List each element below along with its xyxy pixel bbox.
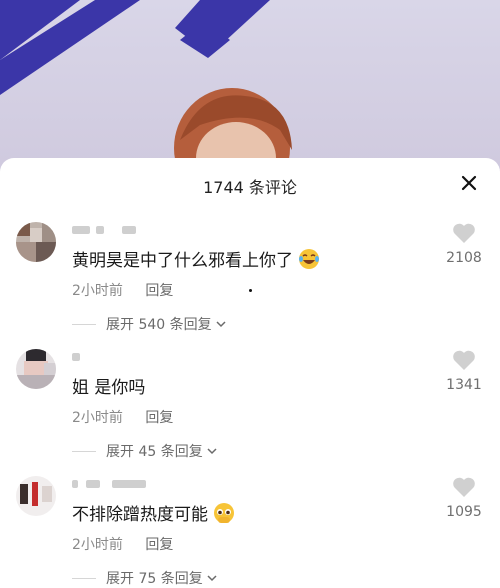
username-redacted[interactable] [72, 224, 182, 236]
heart-icon [453, 223, 475, 243]
heart-icon [453, 350, 475, 370]
expand-replies-button[interactable]: 展开 75 条回复 [72, 568, 218, 588]
comment-meta: 2小时前 回复 [72, 534, 173, 554]
username-redacted[interactable] [72, 351, 182, 363]
divider-line [72, 450, 96, 452]
expand-replies-button[interactable]: 展开 45 条回复 [72, 441, 218, 461]
comment-item: 姐 是你吗 2小时前 回复 展开 45 条回复 1341 [0, 349, 500, 477]
expand-replies-button[interactable]: 展开 540 条回复 [72, 314, 227, 334]
like-count: 1095 [446, 504, 482, 520]
sheet-header: 1744 条评论 [0, 158, 500, 210]
expand-replies-label: 展开 540 条回复 [106, 317, 212, 333]
comment-text: 姐 是你吗 [72, 373, 145, 398]
comment-item: 不排除蹭热度可能 2小时前 回复 展开 75 条回复 1095 [0, 476, 500, 588]
chevron-down-icon [207, 448, 217, 455]
like-count: 1341 [446, 377, 482, 393]
close-button[interactable] [456, 170, 482, 196]
close-icon [461, 175, 477, 191]
decorative-dot [249, 289, 252, 292]
comment-text: 黄明昊是中了什么邪看上你了 [72, 246, 321, 271]
reply-button[interactable]: 回复 [145, 283, 173, 299]
comment-text-content: 黄明昊是中了什么邪看上你了 [72, 251, 293, 271]
like-count: 2108 [446, 250, 482, 266]
pleading-face-emoji-icon [214, 502, 234, 523]
heart-icon [453, 477, 475, 497]
comment-time: 2小时前 [72, 410, 123, 426]
reply-button[interactable]: 回复 [145, 537, 173, 553]
expand-replies-label: 展开 75 条回复 [106, 571, 203, 587]
chevron-down-icon [207, 575, 217, 582]
username-redacted[interactable] [72, 478, 182, 490]
chevron-down-icon [216, 321, 226, 328]
comment-text: 不排除蹭热度可能 [72, 500, 236, 525]
divider-line [72, 577, 96, 579]
comment-time: 2小时前 [72, 537, 123, 553]
laughing-tears-emoji-icon [299, 248, 319, 269]
reply-button[interactable]: 回复 [145, 410, 173, 426]
comment-meta: 2小时前 回复 [72, 407, 173, 427]
avatar[interactable] [16, 476, 56, 516]
video-background [0, 0, 500, 180]
comment-count-title: 1744 条评论 [203, 178, 297, 197]
video-frame-image [0, 0, 292, 180]
comment-text-content: 姐 是你吗 [72, 378, 146, 398]
comment-meta: 2小时前 回复 [72, 280, 173, 300]
like-button[interactable]: 1341 [440, 349, 488, 393]
avatar[interactable] [16, 222, 56, 262]
like-button[interactable]: 2108 [440, 222, 488, 266]
expand-replies-label: 展开 45 条回复 [106, 444, 203, 460]
comment-item: 黄明昊是中了什么邪看上你了 2小时前 回复 展开 540 条回复 2108 [0, 222, 500, 350]
divider-line [72, 323, 96, 325]
comment-time: 2小时前 [72, 283, 123, 299]
avatar[interactable] [16, 349, 56, 389]
like-button[interactable]: 1095 [440, 476, 488, 520]
comment-text-content: 不排除蹭热度可能 [72, 505, 208, 525]
